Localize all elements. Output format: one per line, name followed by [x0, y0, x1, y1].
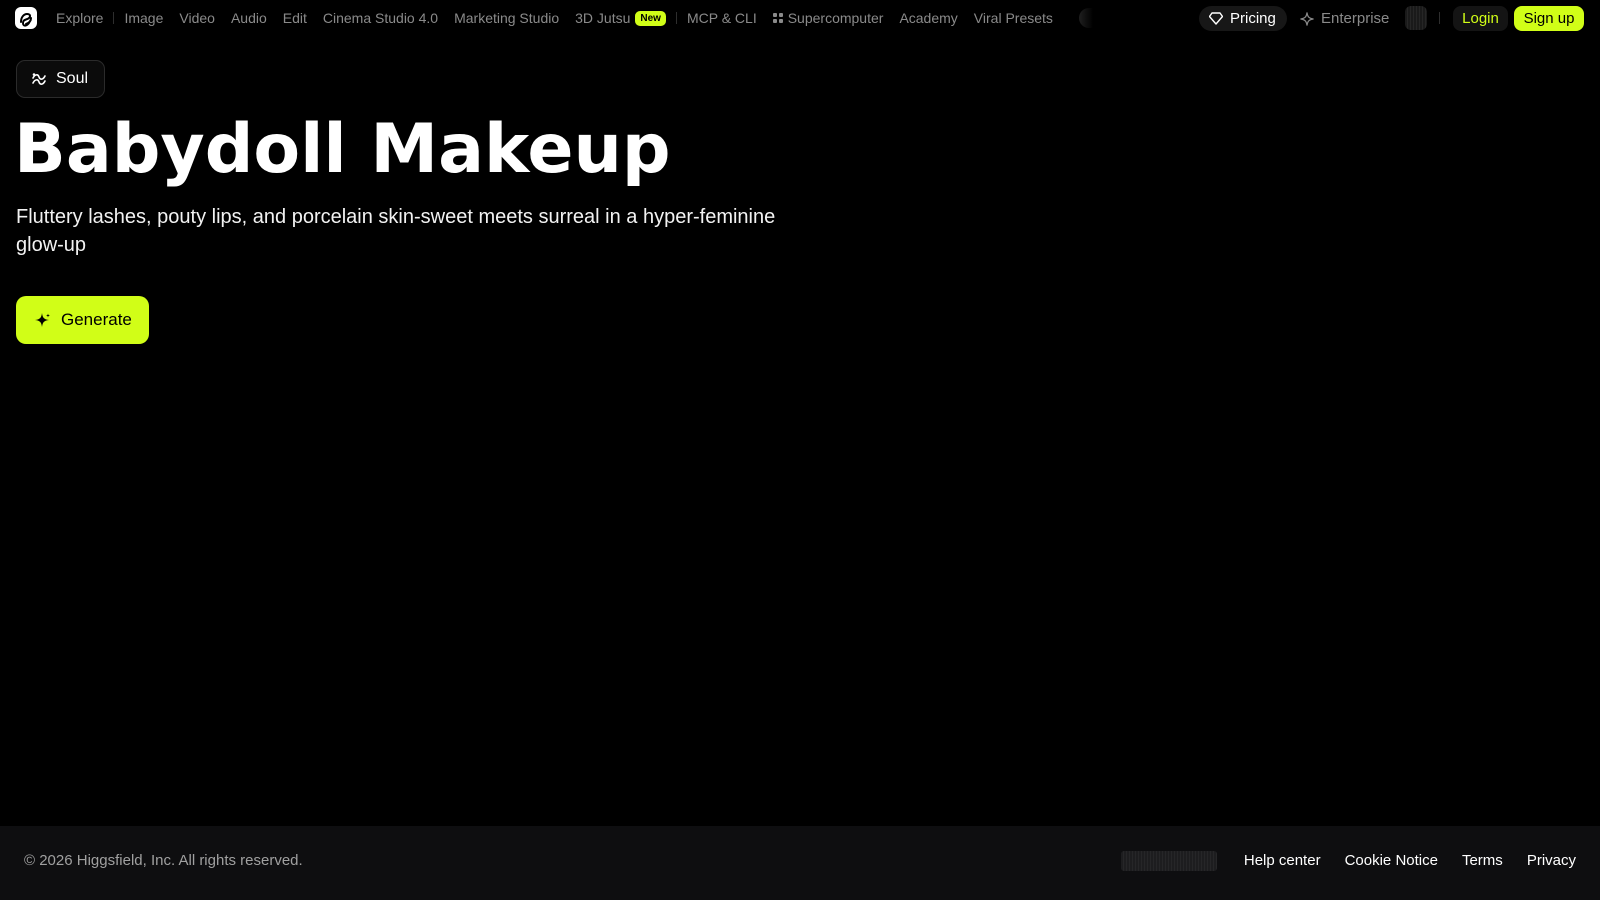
- nav-link-label: Edit: [282, 10, 307, 26]
- new-badge: New: [635, 10, 666, 26]
- footer-links: Help center Cookie Notice Terms Privacy: [1244, 852, 1576, 869]
- overflow-fade: [1078, 8, 1093, 28]
- nav-link-academy[interactable]: Academy: [891, 10, 965, 26]
- nav-link-label: Marketing Studio: [454, 10, 560, 26]
- footer-status-widget: [1121, 851, 1217, 871]
- nav-link-label: Cinema Studio 4.0: [322, 10, 439, 26]
- footer-link-terms[interactable]: Terms: [1462, 852, 1503, 869]
- theme-toggle[interactable]: [1405, 6, 1427, 30]
- soul-icon: [32, 73, 46, 85]
- higgsfield-logo-icon[interactable]: [15, 7, 37, 29]
- page-subtitle: Fluttery lashes, pouty lips, and porcela…: [16, 206, 776, 256]
- nav-link-label: 3D Jutsu: [575, 10, 631, 26]
- footer-link-help-center[interactable]: Help center: [1244, 852, 1321, 869]
- nav-divider: [675, 12, 677, 24]
- nav-divider: [1439, 12, 1440, 24]
- grid-icon: [772, 13, 783, 23]
- generate-button[interactable]: Generate: [16, 296, 149, 344]
- nav-link-edit[interactable]: Edit: [275, 10, 315, 26]
- diamond-icon: [1209, 12, 1223, 25]
- model-tag-soul[interactable]: Soul: [16, 60, 106, 98]
- nav-link-label: Supercomputer: [787, 10, 884, 26]
- generate-label: Generate: [61, 310, 132, 329]
- sparkle-icon: [35, 312, 50, 327]
- nav-link-label: Video: [179, 10, 215, 26]
- copyright-text: © 2026 Higgsfield, Inc. All rights reser…: [24, 852, 303, 869]
- nav-link-label: Viral Presets: [973, 10, 1053, 26]
- nav-link-supercomputer[interactable]: Supercomputer: [765, 10, 892, 26]
- page-title: Babydoll Makeup: [14, 110, 671, 189]
- nav-link-3d-jutsu[interactable]: 3D Jutsu New: [567, 10, 674, 26]
- footer-link-cookie-notice[interactable]: Cookie Notice: [1345, 852, 1438, 869]
- nav-link-mcp-cli[interactable]: MCP & CLI: [679, 10, 765, 26]
- nav-link-image[interactable]: Image: [116, 10, 171, 26]
- main-nav-links: Explore Image Video Audio Edit Cinema St…: [48, 0, 1093, 36]
- login-button[interactable]: Login: [1453, 6, 1508, 31]
- pricing-button[interactable]: Pricing: [1199, 6, 1287, 31]
- footer: © 2026 Higgsfield, Inc. All rights reser…: [0, 826, 1600, 900]
- nav-link-cinema-studio[interactable]: Cinema Studio 4.0: [315, 10, 446, 26]
- enterprise-link[interactable]: Enterprise: [1300, 6, 1389, 31]
- nav-link-label: Image: [124, 10, 164, 26]
- nav-link-label: Academy: [899, 10, 958, 26]
- nav-link-explore[interactable]: Explore: [48, 10, 111, 26]
- top-navigation: Explore Image Video Audio Edit Cinema St…: [0, 0, 1600, 36]
- nav-link-label: Audio: [230, 10, 267, 26]
- nav-link-viral-presets[interactable]: Viral Presets: [966, 10, 1061, 26]
- nav-link-marketing-studio[interactable]: Marketing Studio: [446, 10, 567, 26]
- nav-link-video[interactable]: Video: [171, 10, 223, 26]
- model-tag-label: Soul: [56, 70, 89, 87]
- nav-link-label: MCP & CLI: [686, 10, 757, 26]
- nav-divider: [113, 12, 115, 24]
- signup-button[interactable]: Sign up: [1514, 6, 1584, 31]
- sparkle-icon: [1300, 11, 1314, 26]
- nav-link-audio[interactable]: Audio: [223, 10, 275, 26]
- nav-link-label: Explore: [56, 10, 104, 26]
- footer-link-privacy[interactable]: Privacy: [1527, 852, 1576, 869]
- enterprise-label: Enterprise: [1321, 10, 1390, 27]
- pricing-label: Pricing: [1230, 10, 1276, 27]
